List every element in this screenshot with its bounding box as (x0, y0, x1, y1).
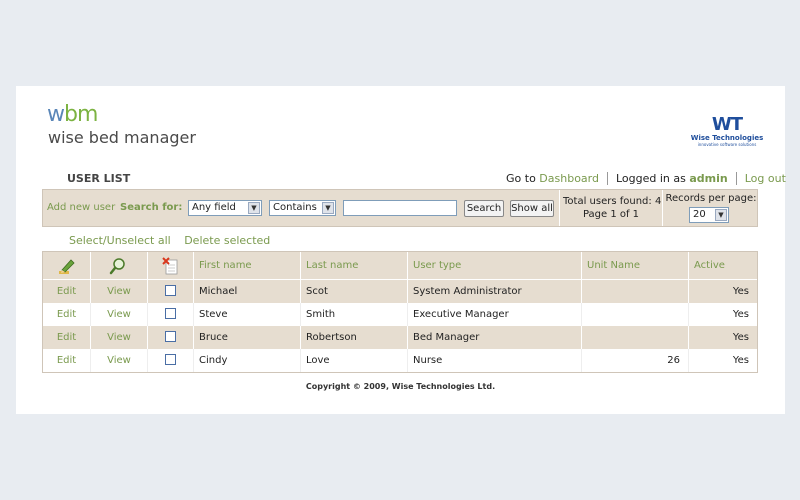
page-title: USER LIST (67, 172, 131, 185)
unit-name-cell (582, 303, 689, 326)
row-select-checkbox[interactable] (165, 284, 176, 296)
chevron-down-icon: ▼ (248, 202, 260, 214)
records-per-page-label: Records per page: (665, 193, 757, 204)
last-name-cell: Love (301, 349, 408, 372)
records-per-page-select[interactable]: 20 ▼ (689, 207, 729, 223)
dashboard-link[interactable]: Dashboard (539, 172, 599, 185)
delete-column-header (148, 252, 194, 279)
chevron-down-icon: ▼ (322, 202, 334, 214)
select-unselect-all-link[interactable]: Select/Unselect all (69, 234, 171, 247)
header-active[interactable]: Active (689, 252, 757, 279)
logo-name: wise bed manager (48, 128, 196, 147)
user-type-cell: Executive Manager (408, 303, 582, 326)
wbm-logo: wbm wise bed manager (47, 102, 196, 147)
search-button[interactable]: Search (464, 200, 504, 217)
header-unit-name[interactable]: Unit Name (582, 252, 689, 279)
match-mode-select[interactable]: Contains ▼ (269, 200, 336, 216)
last-name-cell: Scot (301, 280, 408, 303)
unit-name-cell (582, 326, 689, 349)
first-name-cell: Bruce (194, 326, 301, 349)
row-select-checkbox[interactable] (165, 353, 176, 365)
edit-link[interactable]: Edit (43, 303, 91, 326)
view-column-header (91, 252, 148, 279)
search-toolbar: Add new user Search for: Any field ▼ Con… (42, 189, 758, 227)
edit-link[interactable]: Edit (43, 326, 91, 349)
search-for-label: Search for: (120, 202, 183, 213)
user-type-cell: Nurse (408, 349, 582, 372)
edit-column-header (43, 252, 91, 279)
last-name-cell: Smith (301, 303, 408, 326)
active-cell: Yes (732, 332, 749, 343)
active-cell: Yes (732, 355, 749, 366)
edit-link[interactable]: Edit (43, 349, 91, 372)
delete-document-icon (162, 257, 178, 275)
first-name-cell: Michael (194, 280, 301, 303)
copyright-footer: Copyright © 2009, Wise Technologies Ltd. (305, 382, 496, 391)
chevron-down-icon: ▼ (715, 209, 727, 221)
delete-selected-link[interactable]: Delete selected (184, 234, 270, 247)
show-all-button[interactable]: Show all (510, 200, 554, 217)
current-user: admin (689, 172, 728, 185)
table-row: Edit View Bruce Robertson Bed Manager Ye… (43, 326, 757, 349)
edit-link[interactable]: Edit (43, 280, 91, 303)
unit-name-cell: 26 (582, 349, 689, 372)
header-last-name[interactable]: Last name (301, 252, 408, 279)
row-select-checkbox[interactable] (165, 307, 176, 319)
toolbar-divider (559, 190, 560, 226)
table-header: First name Last name User type Unit Name… (43, 252, 757, 279)
toolbar-divider (662, 190, 663, 226)
view-link[interactable]: View (91, 280, 148, 303)
header-first-name[interactable]: First name (194, 252, 301, 279)
view-link[interactable]: View (91, 349, 148, 372)
table-row: Edit View Michael Scot System Administra… (43, 280, 757, 303)
search-input[interactable] (343, 200, 457, 216)
header-user-type[interactable]: User type (408, 252, 582, 279)
view-link[interactable]: View (91, 326, 148, 349)
page-container: wbm wise bed manager WT Wise Technologie… (16, 86, 786, 414)
user-table: First name Last name User type Unit Name… (42, 251, 758, 373)
table-row: Edit View Steve Smith Executive Manager … (43, 303, 757, 326)
logout-link[interactable]: Log out (745, 172, 786, 185)
first-name-cell: Steve (194, 303, 301, 326)
field-select[interactable]: Any field ▼ (188, 200, 262, 216)
add-new-user-link[interactable]: Add new user (47, 202, 115, 213)
wise-technologies-logo: WT Wise Technologies innovative software… (690, 114, 764, 148)
unit-name-cell (582, 280, 689, 303)
magnifier-icon (109, 258, 125, 275)
last-name-cell: Robertson (301, 326, 408, 349)
pencil-icon (59, 259, 75, 274)
results-summary: Total users found: 4 Page 1 of 1 (563, 195, 662, 221)
view-link[interactable]: View (91, 303, 148, 326)
row-select-checkbox[interactable] (165, 330, 176, 342)
table-row: Edit View Cindy Love Nurse 26 Yes (43, 349, 757, 372)
total-users-text: Total users found: 4 (563, 196, 662, 207)
top-navigation: Go to Dashboard Logged in as admin Log o… (506, 172, 794, 185)
active-cell: Yes (732, 309, 749, 320)
first-name-cell: Cindy (194, 349, 301, 372)
user-type-cell: System Administrator (408, 280, 582, 303)
page-indicator: Page 1 of 1 (582, 209, 640, 220)
user-type-cell: Bed Manager (408, 326, 582, 349)
bulk-actions: Select/Unselect all Delete selected (69, 234, 280, 247)
active-cell: Yes (732, 286, 749, 297)
